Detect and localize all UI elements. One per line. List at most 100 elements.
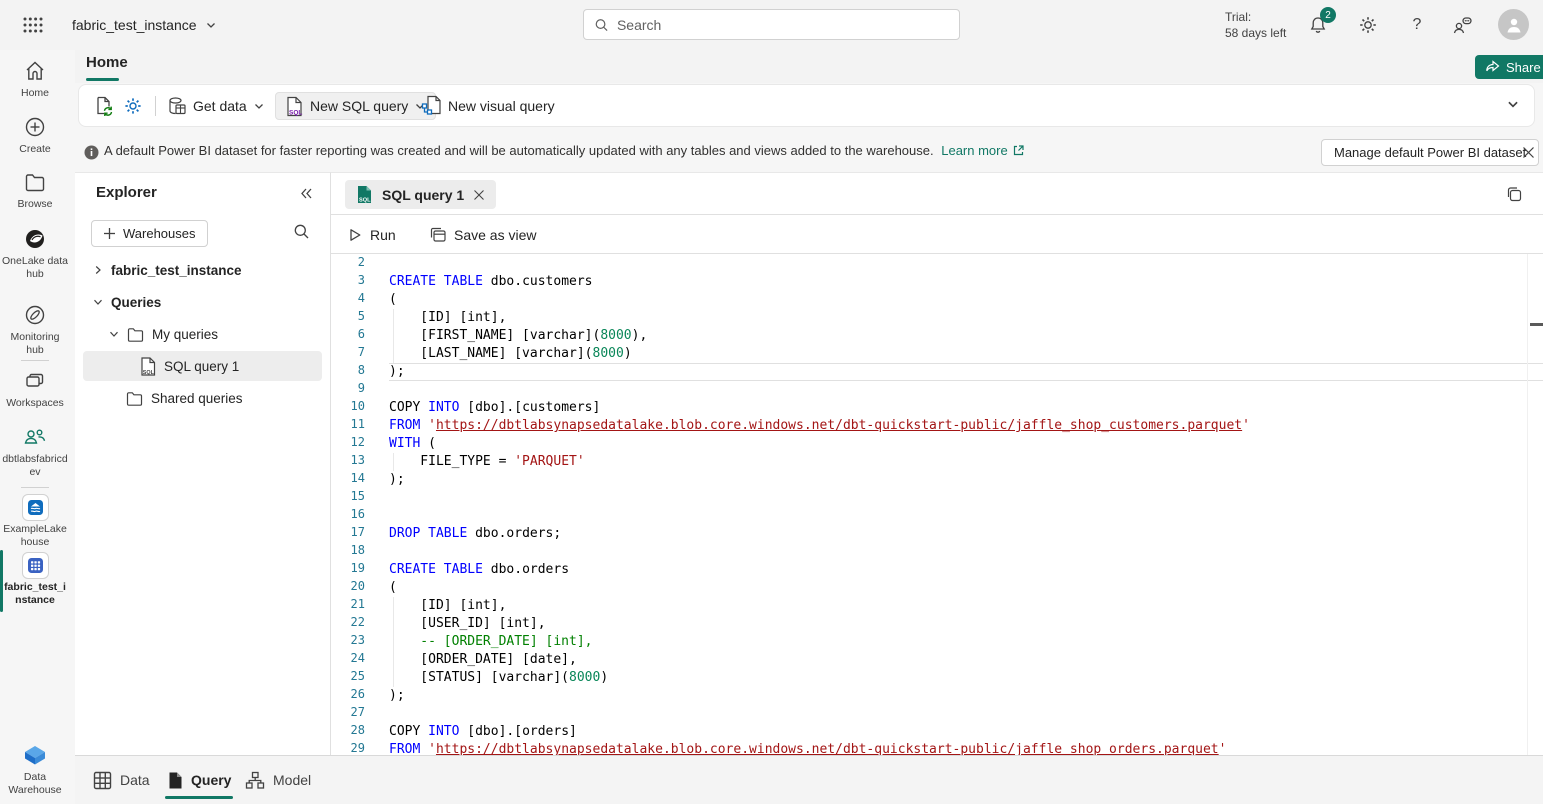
view-tab-label: Query	[191, 772, 231, 788]
global-search[interactable]	[583, 9, 960, 40]
rail-item-home[interactable]: Home	[0, 58, 70, 100]
rail-item-dbtlabsfabricdev[interactable]: dbtlabsfabricdev	[0, 424, 70, 479]
query-tab[interactable]: SQL SQL query 1	[345, 180, 496, 209]
rail-divider	[21, 487, 49, 488]
tree-item-fabric-test-instance[interactable]: fabric_test_instance	[75, 254, 330, 286]
code-line: 10COPY INTO [dbo].[customers]	[331, 399, 1543, 417]
editor-scrollbar[interactable]	[1527, 254, 1528, 755]
code-text	[389, 507, 1543, 525]
tree-item-queries[interactable]: Queries	[75, 286, 330, 318]
code-line: 17DROP TABLE dbo.orders;	[331, 525, 1543, 543]
line-number: 16	[331, 507, 389, 525]
info-banner: A default Power BI dataset for faster re…	[0, 133, 1543, 172]
workspace-name: fabric_test_instance	[72, 17, 197, 33]
code-line: 7 [LAST_NAME] [varchar](8000)	[331, 345, 1543, 363]
rail-item-monitoring-hub[interactable]: Monitoring hub	[0, 302, 70, 357]
code-line: 22 [USER_ID] [int],	[331, 615, 1543, 633]
rail-item-label: Browse	[2, 198, 68, 211]
code-text: );	[389, 363, 1543, 381]
code-text: );	[389, 471, 1543, 489]
line-number: 12	[331, 435, 389, 453]
code-text: WITH (	[389, 435, 1543, 453]
plus-icon	[103, 227, 116, 240]
tree-item-label: Shared queries	[151, 391, 243, 406]
search-input[interactable]	[617, 17, 949, 33]
run-button[interactable]: Run	[348, 215, 396, 254]
learn-more-link[interactable]: Learn more	[941, 143, 1007, 158]
get-data-button[interactable]: Get data	[167, 85, 265, 126]
rail-item-browse[interactable]: Browse	[0, 169, 70, 211]
code-text	[389, 489, 1543, 507]
tree-item-label: fabric_test_instance	[111, 263, 242, 278]
line-number: 20	[331, 579, 389, 597]
refresh-dataset-button[interactable]	[93, 85, 114, 126]
collapse-ribbon-icon[interactable]	[1506, 97, 1520, 111]
rail-item-data-warehouse[interactable]: Data Warehouse	[0, 742, 70, 797]
warehouses-label: Warehouses	[123, 226, 196, 241]
code-line: 21 [ID] [int],	[331, 597, 1543, 615]
manage-default-dataset-button[interactable]: Manage default Power BI dataset	[1321, 139, 1539, 166]
share-button[interactable]: Share	[1475, 55, 1543, 79]
lakehouse-icon	[22, 494, 49, 520]
settings-gear-icon[interactable]	[1356, 13, 1380, 37]
avatar[interactable]	[1498, 9, 1529, 40]
monitor-icon	[23, 302, 47, 328]
explorer-search-icon[interactable]	[293, 223, 310, 240]
tree-item-my-queries[interactable]: My queries	[75, 318, 330, 350]
chevron-down-icon[interactable]	[108, 328, 120, 340]
onelake-icon	[23, 226, 47, 252]
chevron-down-icon[interactable]	[92, 296, 104, 308]
line-number: 5	[331, 309, 389, 327]
search-icon	[594, 17, 609, 33]
rail-item-label: ExampleLakehouse	[2, 523, 68, 549]
share-label: Share	[1506, 60, 1541, 75]
copy-editor-icon[interactable]	[1506, 186, 1523, 203]
query-tab-strip: SQL SQL query 1	[331, 173, 1543, 215]
save-as-view-button[interactable]: Save as view	[430, 215, 536, 254]
tree-item-shared-queries[interactable]: Shared queries	[75, 382, 330, 414]
rail-item-label: Monitoring hub	[2, 331, 68, 357]
code-text: CREATE TABLE dbo.orders	[389, 561, 1543, 579]
line-number: 15	[331, 489, 389, 507]
tab-home[interactable]: Home	[86, 54, 128, 77]
rail-item-label: Create	[2, 143, 68, 156]
settings-button[interactable]	[123, 85, 143, 126]
home-icon	[23, 58, 47, 84]
code-text: [FIRST_NAME] [varchar](8000),	[389, 327, 1543, 345]
view-tab-query[interactable]: Query	[167, 756, 231, 804]
new-sql-query-button[interactable]: SQL New SQL query	[275, 92, 436, 120]
line-number: 19	[331, 561, 389, 579]
collapse-explorer-icon[interactable]	[299, 186, 314, 201]
close-tab-icon[interactable]	[473, 189, 485, 201]
rail-item-examplelakehouse[interactable]: ExampleLakehouse	[0, 494, 70, 549]
tree-item-sql-query-1[interactable]: SQLSQL query 1	[75, 350, 330, 382]
rail-item-workspaces[interactable]: Workspaces	[0, 368, 70, 410]
code-line: 27	[331, 705, 1543, 723]
view-tab-model[interactable]: Model	[245, 756, 311, 804]
save-as-view-label: Save as view	[454, 227, 536, 243]
view-tab-data[interactable]: Data	[93, 756, 150, 804]
new-warehouse-button[interactable]: Warehouses	[91, 220, 208, 247]
code-line: 18	[331, 543, 1543, 561]
get-data-icon	[167, 96, 187, 116]
tree-item-label: My queries	[152, 327, 218, 342]
sql-code-editor[interactable]: 23CREATE TABLE dbo.customers4(5 [ID] [in…	[331, 254, 1543, 756]
chevron-right-icon[interactable]	[92, 264, 104, 276]
warehouse-icon	[22, 552, 49, 578]
code-line: 28COPY INTO [dbo].[orders]	[331, 723, 1543, 741]
new-visual-query-button[interactable]: New visual query	[421, 85, 555, 126]
query-actions-bar: Run Save as view	[331, 215, 1543, 254]
workspace-switcher[interactable]: fabric_test_instance	[72, 0, 217, 50]
code-line: 15	[331, 489, 1543, 507]
banner-close-icon[interactable]	[1519, 143, 1537, 161]
line-number: 4	[331, 291, 389, 309]
rail-item-create[interactable]: Create	[0, 114, 70, 156]
feedback-icon[interactable]	[1450, 13, 1474, 37]
code-line: 29FROM 'https://dbtlabsynapsedatalake.bl…	[331, 741, 1543, 756]
chevron-down-icon	[253, 100, 265, 112]
rail-item-onelake-data-hub[interactable]: OneLake data hub	[0, 226, 70, 281]
help-icon[interactable]: ?	[1405, 13, 1429, 37]
app-launcher-icon[interactable]	[18, 12, 48, 38]
line-number: 13	[331, 453, 389, 471]
rail-item-fabric-test-instance[interactable]: fabric_test_instance	[0, 552, 70, 607]
